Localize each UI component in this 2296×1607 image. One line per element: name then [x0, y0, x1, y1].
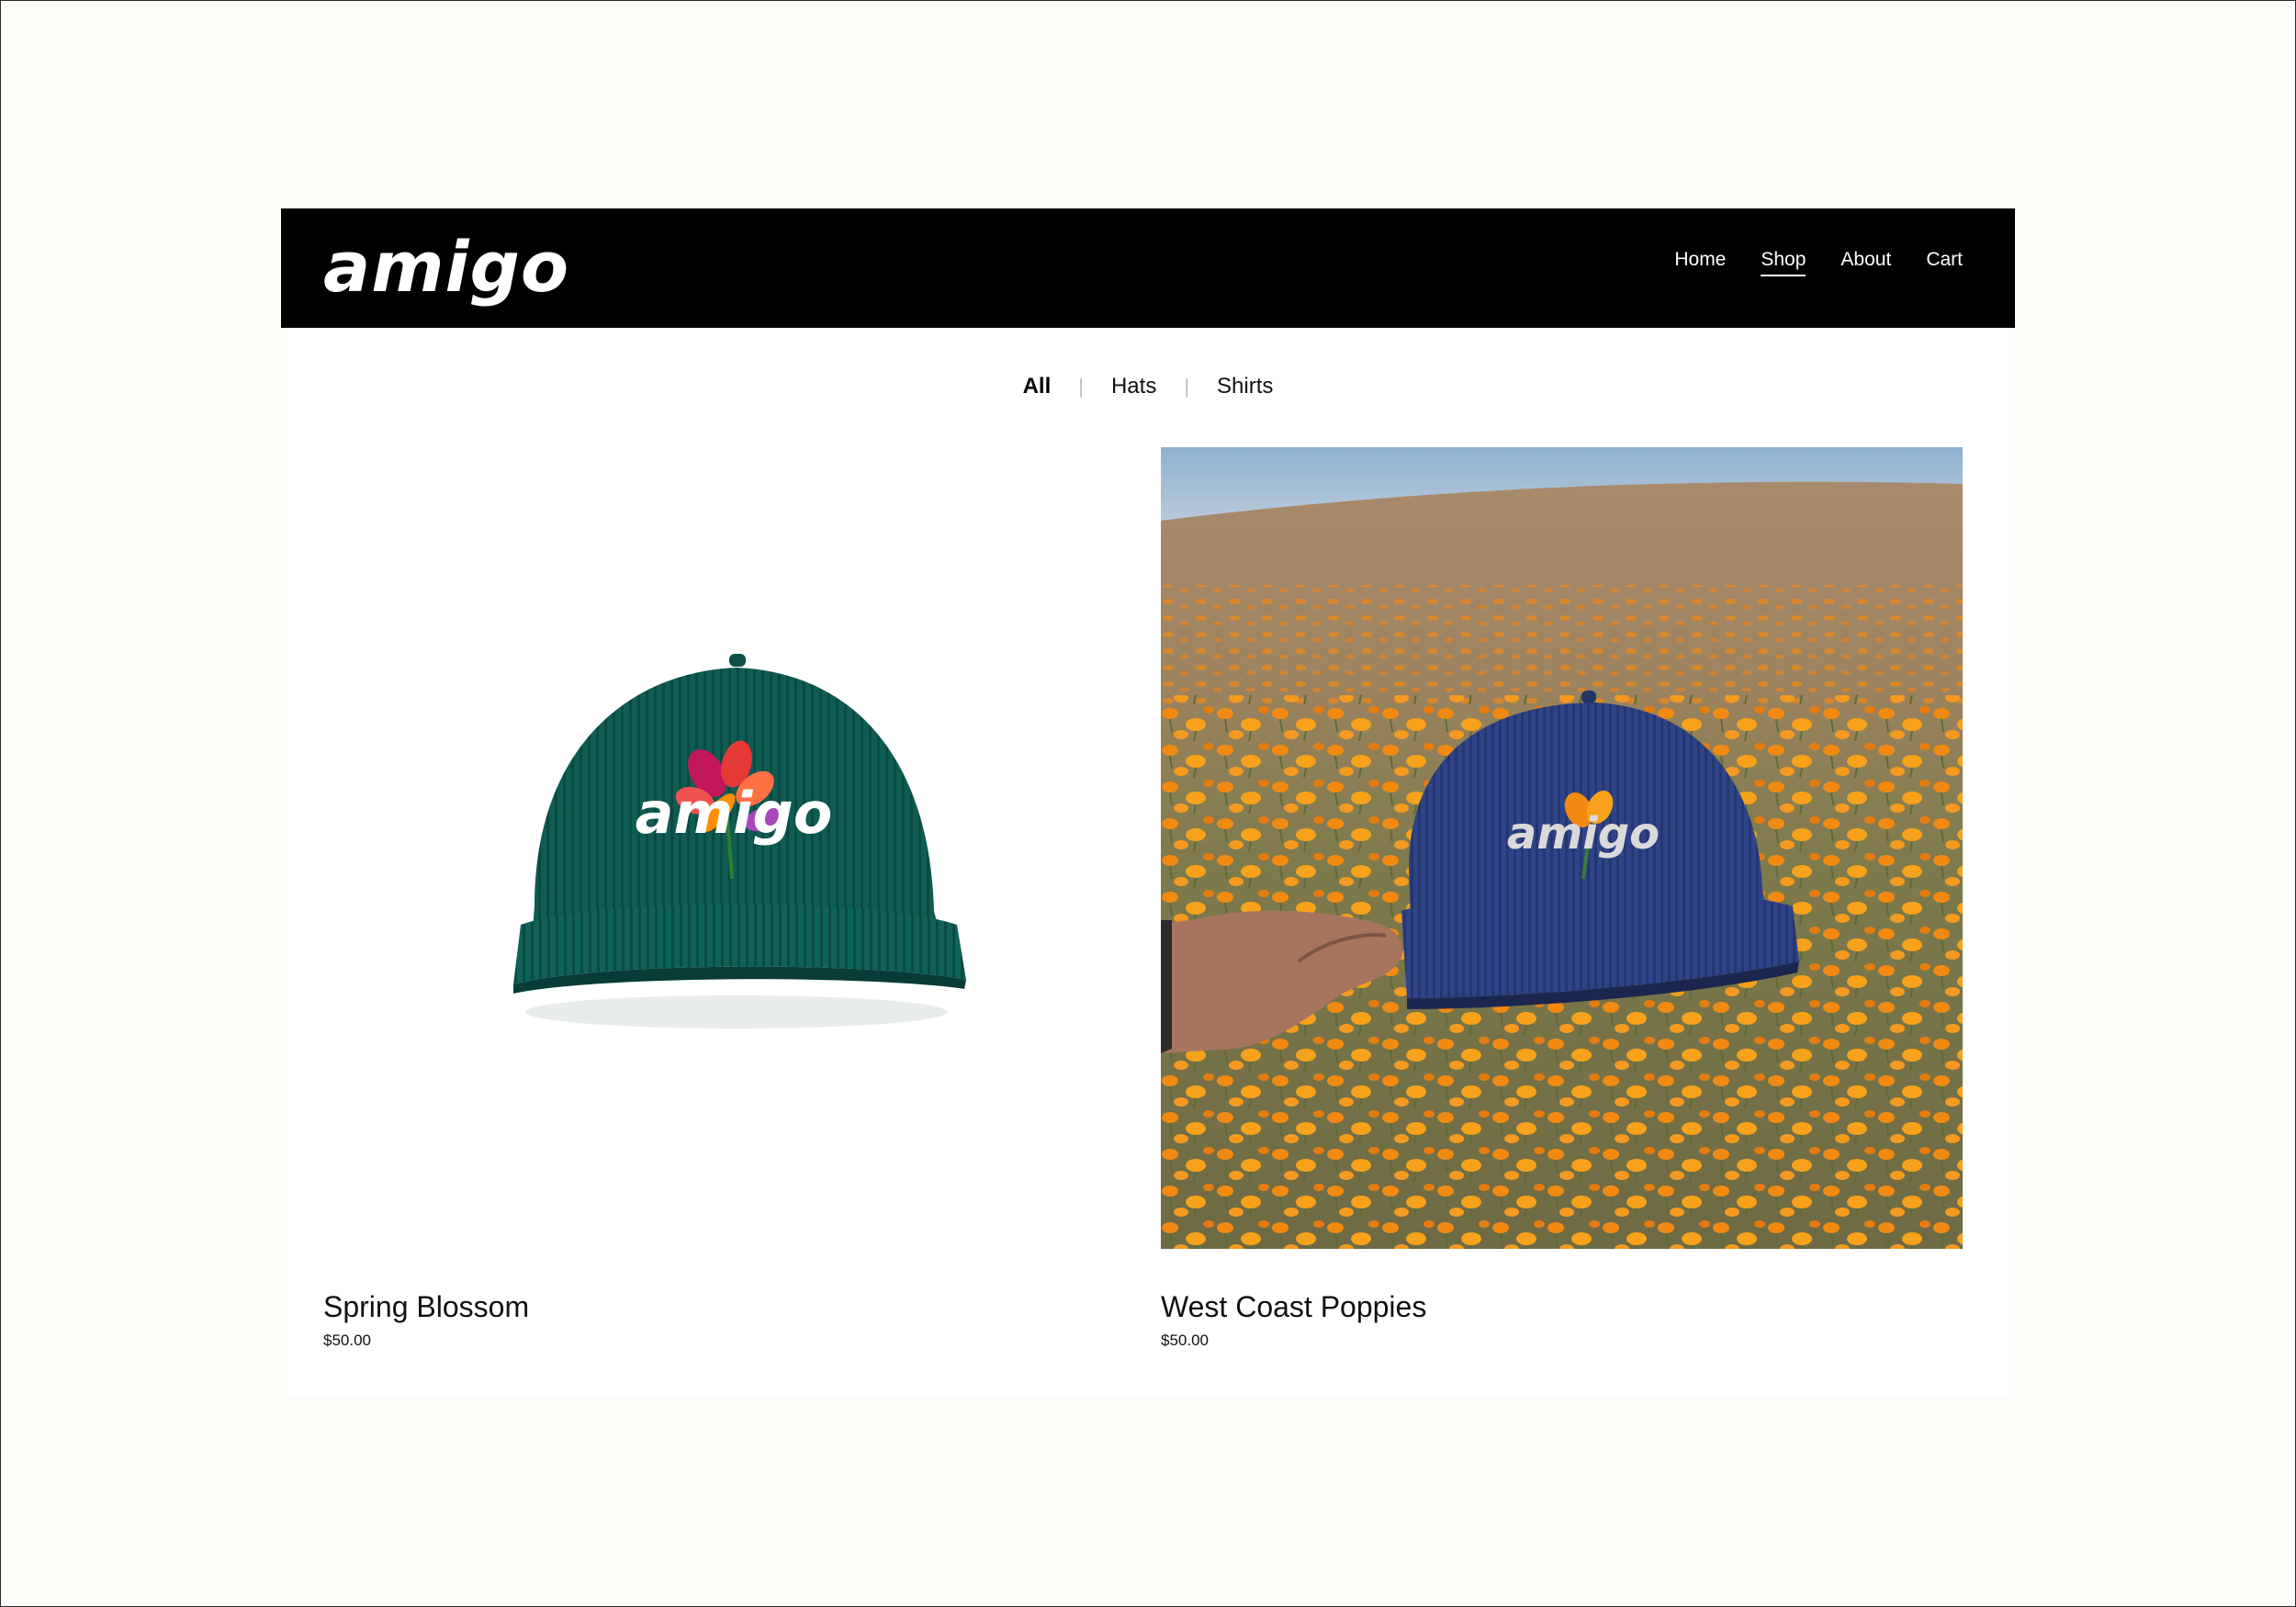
filter-all[interactable]: All — [1019, 374, 1055, 399]
filter-separator: | — [1078, 375, 1084, 398]
nav-about-link[interactable]: About — [1840, 247, 1891, 276]
product-title[interactable]: West Coast Poppies — [1161, 1289, 1963, 1324]
main-nav: Home Shop About Cart — [1674, 247, 1963, 276]
filter-separator: | — [1184, 375, 1190, 398]
brand-logo[interactable]: amigo — [323, 221, 569, 313]
green-cap-illustration: amigo — [323, 447, 1125, 1249]
product-image-green-cap[interactable]: amigo — [323, 447, 1125, 1249]
category-filter-bar: All | Hats | Shirts — [281, 374, 2015, 399]
product-card-west-coast-poppies[interactable]: amigo West Coast Poppies $50.00 — [1161, 447, 1963, 1350]
svg-text:amigo: amigo — [636, 780, 833, 847]
product-card-spring-blossom[interactable]: amigo Spring Blossom $50.00 — [323, 447, 1125, 1350]
product-title[interactable]: Spring Blossom — [323, 1289, 1125, 1324]
nav-home-link[interactable]: Home — [1674, 247, 1726, 276]
nav-shop-link[interactable]: Shop — [1761, 247, 1806, 276]
poppy-field-photo: amigo — [1161, 447, 1963, 1249]
site-header: amigo Home Shop About Cart — [281, 208, 2015, 328]
product-price: $50.00 — [1161, 1332, 1209, 1349]
shop-page: amigo Home Shop About Cart All | Hats | … — [281, 208, 2015, 1396]
product-image-blue-cap[interactable]: amigo — [1161, 447, 1963, 1249]
filter-shirts[interactable]: Shirts — [1213, 374, 1277, 399]
product-price: $50.00 — [323, 1332, 371, 1349]
filter-hats[interactable]: Hats — [1108, 374, 1160, 399]
nav-cart-link[interactable]: Cart — [1926, 247, 1963, 276]
svg-text:amigo: amigo — [1507, 808, 1660, 860]
